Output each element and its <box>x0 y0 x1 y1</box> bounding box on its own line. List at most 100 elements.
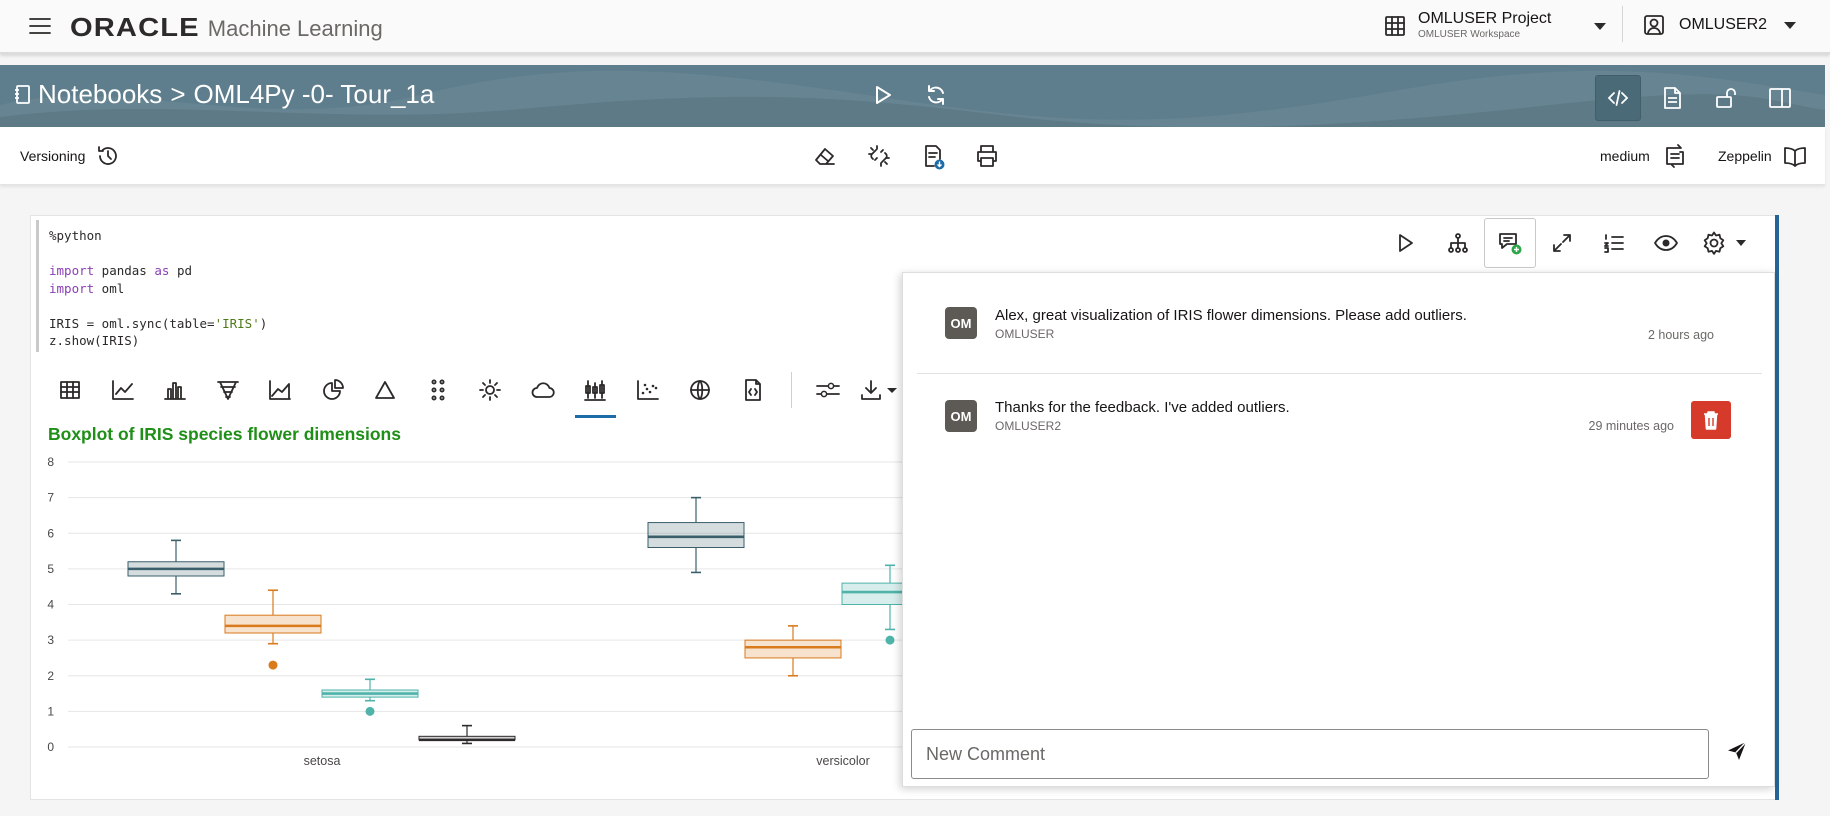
boxplot-box[interactable] <box>224 589 322 670</box>
viz-pie-button[interactable] <box>307 370 360 410</box>
boxplot-box[interactable] <box>418 724 516 745</box>
box-body <box>841 582 902 605</box>
chevron-down-icon <box>1594 22 1607 30</box>
unlock-icon <box>1716 88 1736 108</box>
size-toggle[interactable]: medium <box>1600 143 1688 169</box>
bar-chart-icon <box>164 382 187 400</box>
run-dependencies-button[interactable] <box>1432 218 1484 268</box>
chart-title: Boxplot of IRIS species flower dimension… <box>48 424 401 444</box>
divider <box>1622 6 1623 42</box>
new-comment-input[interactable] <box>911 729 1709 779</box>
download-icon <box>860 380 881 400</box>
zeppelin-view-toggle[interactable]: Zeppelin <box>1718 143 1808 169</box>
outlier-point <box>885 635 895 645</box>
hamburger-menu-icon[interactable] <box>28 16 54 36</box>
notebook-toolbar: Versioning medium Zeppelin <box>0 127 1825 185</box>
user-avatar-icon <box>1644 15 1664 35</box>
x-tick-label: setosa <box>304 754 341 768</box>
project-selector[interactable]: OMLUSER Project OMLUSER Workspace <box>1384 10 1607 41</box>
user-menu[interactable]: OMLUSER2 <box>1643 14 1797 36</box>
boxplot-box[interactable] <box>841 564 902 645</box>
comment-timestamp: 2 hours ago <box>1647 328 1714 342</box>
avatar: OM <box>945 400 977 432</box>
line-numbers-button[interactable] <box>1588 218 1640 268</box>
eye-icon <box>1654 235 1678 251</box>
send-comment-button[interactable] <box>1725 739 1749 763</box>
notebook-banner: Notebooks > OML4Py -0- Tour_1a <box>0 65 1825 127</box>
viz-cloud-button[interactable] <box>517 370 570 410</box>
viz-boxplot-button[interactable] <box>569 370 622 418</box>
run-paragraph-button[interactable] <box>1380 218 1432 268</box>
viz-funnel-button[interactable] <box>202 370 255 410</box>
versioning-button[interactable]: Versioning <box>20 143 121 169</box>
delete-comment-button[interactable] <box>1691 401 1731 439</box>
comments-panel: OM Alex, great visualization of IRIS flo… <box>902 272 1775 787</box>
divider <box>917 373 1762 374</box>
boxplot-box[interactable] <box>321 678 419 716</box>
viz-area-button[interactable] <box>254 370 307 410</box>
outlier-point <box>268 660 278 670</box>
project-grid-icon <box>1385 15 1405 36</box>
swap-icon <box>1665 144 1684 168</box>
print-icon[interactable] <box>974 143 1000 169</box>
divider <box>791 372 792 408</box>
boxplot-box[interactable] <box>647 496 745 574</box>
viz-pyramid-button[interactable] <box>359 370 412 410</box>
globe-icon <box>690 380 711 400</box>
y-tick-label: 0 <box>47 740 54 754</box>
dot-matrix-icon <box>431 379 445 401</box>
viz-matrix-button[interactable] <box>412 370 465 410</box>
viz-map-button[interactable] <box>674 370 727 410</box>
viz-settings-button[interactable] <box>802 370 855 410</box>
user-name: OMLUSER2 <box>1679 16 1768 33</box>
top-bar: ORACLE Machine Learning OMLUSER Project … <box>0 0 1830 54</box>
pie-chart-icon <box>322 379 344 400</box>
y-tick-label: 8 <box>47 455 54 469</box>
comments-button[interactable] <box>1484 218 1536 268</box>
hierarchy-icon <box>1448 233 1468 253</box>
viz-table-button[interactable] <box>44 370 97 410</box>
unlock-button[interactable] <box>1703 75 1749 121</box>
trash-icon <box>1704 411 1718 430</box>
code-file-icon <box>744 379 761 401</box>
refresh-button[interactable] <box>924 83 948 107</box>
document-view-button[interactable] <box>1649 75 1695 121</box>
toggle-output-button[interactable] <box>1640 218 1692 268</box>
sliders-icon <box>816 382 841 398</box>
code-view-button[interactable] <box>1595 75 1641 121</box>
y-tick-label: 3 <box>47 633 54 647</box>
boxplot-icon <box>584 380 607 401</box>
viz-download-button[interactable] <box>855 370 901 410</box>
y-tick-label: 7 <box>47 491 54 505</box>
viz-custom-button[interactable] <box>727 370 780 410</box>
code-editor[interactable]: %python import pandas as pd import oml I… <box>36 220 896 352</box>
boxplot-box[interactable] <box>744 625 842 677</box>
run-all-button[interactable] <box>872 83 894 107</box>
breadcrumb-notebooks[interactable]: Notebooks <box>38 79 162 110</box>
versioning-label: Versioning <box>20 148 86 164</box>
expand-button[interactable] <box>1536 218 1588 268</box>
paragraph-focus-bar <box>1775 215 1779 800</box>
viz-line-button[interactable] <box>97 370 150 410</box>
numbered-list-icon <box>1604 234 1624 253</box>
y-tick-label: 1 <box>47 704 54 718</box>
export-notebook-icon[interactable] <box>920 143 946 171</box>
viz-bar-button[interactable] <box>149 370 202 410</box>
unlink-icon[interactable] <box>866 143 892 169</box>
y-tick-label: 6 <box>47 526 54 540</box>
eraser-icon[interactable] <box>812 143 838 169</box>
sunburst-icon <box>479 379 502 401</box>
history-icon <box>98 146 118 165</box>
chevron-down-icon <box>886 387 897 393</box>
boxplot-box[interactable] <box>127 539 225 595</box>
oracle-logo-text: ORACLE <box>70 12 200 42</box>
comment-text: Alex, great visualization of IRIS flower… <box>995 307 1467 324</box>
viz-sunburst-button[interactable] <box>464 370 517 410</box>
send-icon <box>1728 741 1747 760</box>
viz-scatter-button[interactable] <box>622 370 675 410</box>
paragraph-settings-button[interactable] <box>1692 218 1756 268</box>
table-icon <box>60 381 81 399</box>
split-view-button[interactable] <box>1757 75 1803 121</box>
notebook-title: OML4Py -0- Tour_1a <box>193 79 435 109</box>
code-icon <box>1607 90 1629 106</box>
